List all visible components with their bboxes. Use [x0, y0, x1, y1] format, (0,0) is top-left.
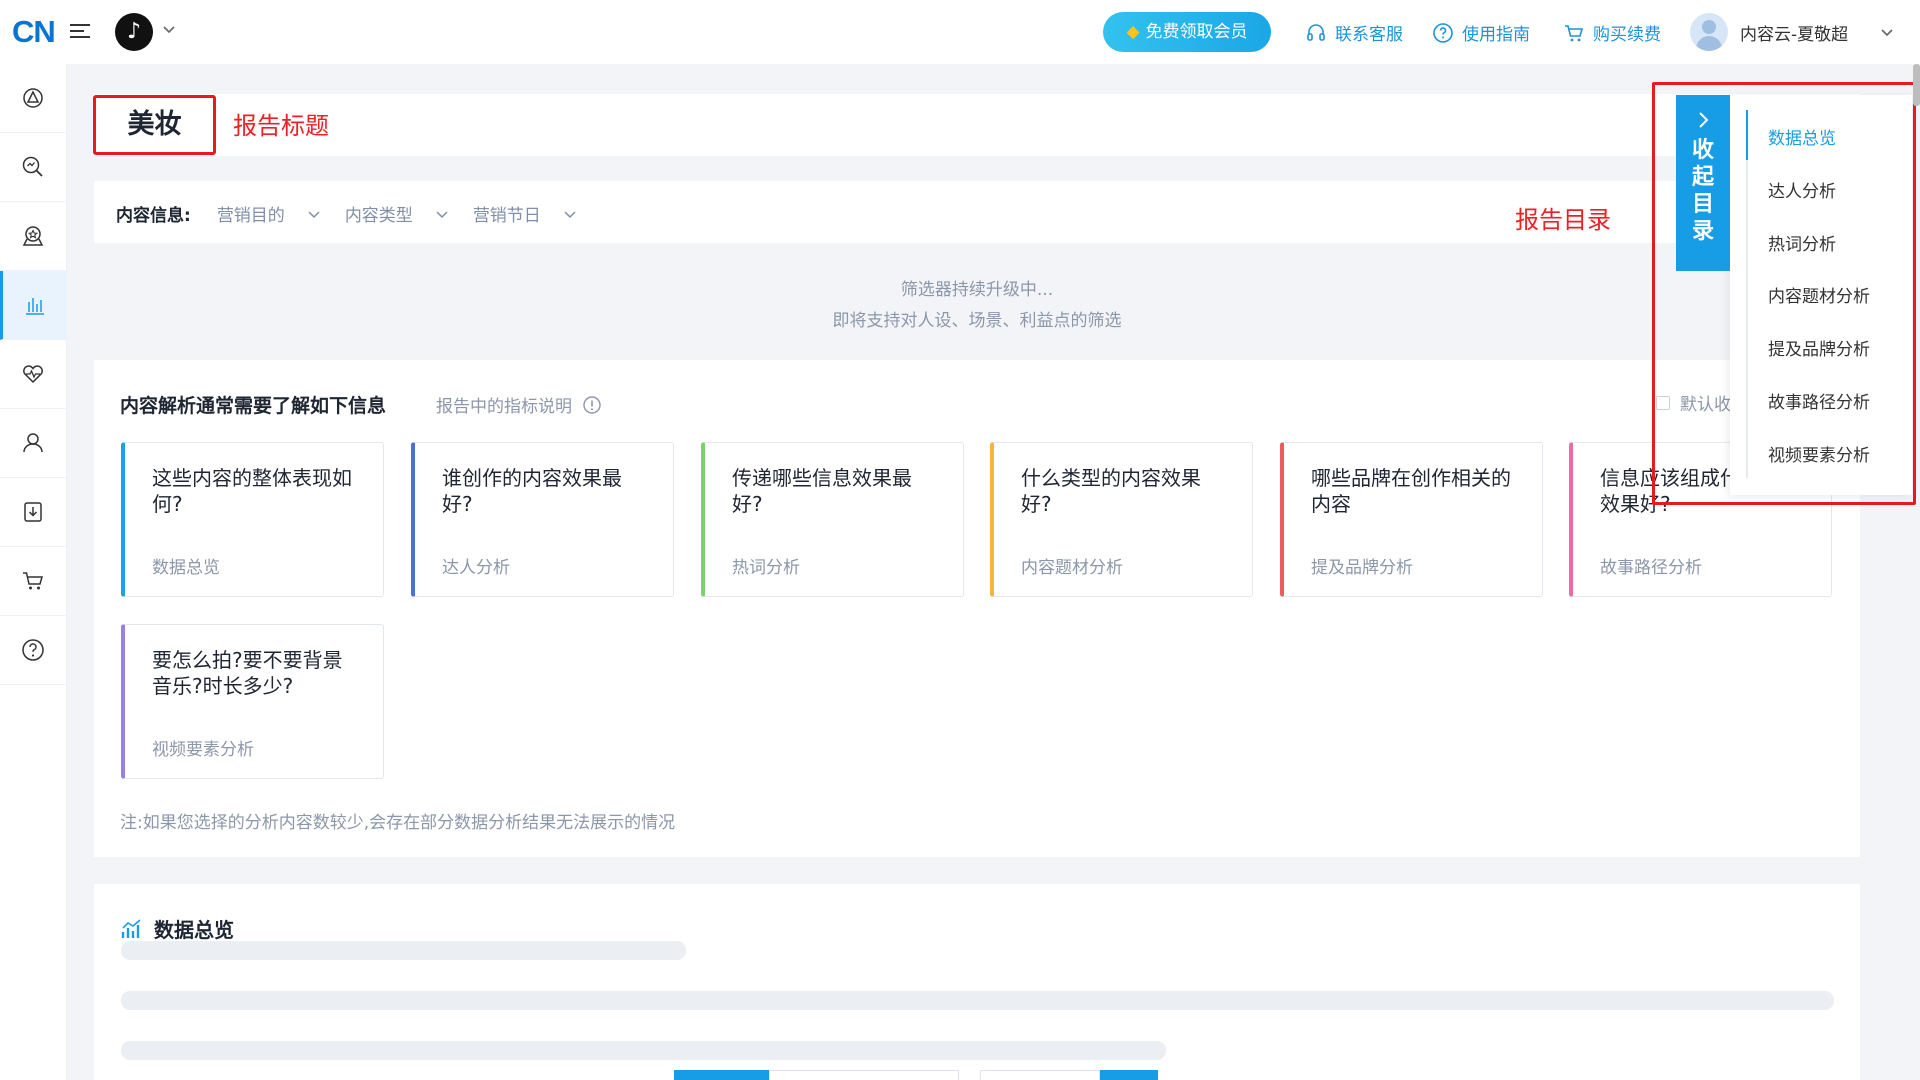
- rail-item-ranking[interactable]: [0, 202, 66, 271]
- chevron-down-icon: [564, 210, 576, 218]
- filter-label: 内容信息:: [116, 206, 191, 226]
- left-nav-rail: [0, 64, 67, 1080]
- card-question: 这些内容的整体表现如何?: [152, 466, 352, 516]
- toc-annotation: 报告目录: [1515, 206, 1611, 234]
- filter-marketing-festival[interactable]: 营销节日: [473, 201, 577, 226]
- chevron-down-icon: [1881, 29, 1893, 37]
- contact-support-label: 联系客服: [1335, 25, 1403, 45]
- search-chart-icon: [22, 156, 43, 177]
- card-link[interactable]: 视频要素分析: [152, 735, 254, 760]
- logo[interactable]: CN: [12, 14, 56, 50]
- card-question: 哪些品牌在创作相关的内容: [1311, 466, 1511, 516]
- card-question: 要怎么拍?要不要背景音乐?时长多少?: [152, 648, 343, 698]
- overview-heading: 数据总览: [120, 914, 234, 943]
- card-link[interactable]: 内容题材分析: [1021, 553, 1123, 578]
- card-question: 什么类型的内容效果好?: [1021, 466, 1201, 516]
- chevron-down-icon: [436, 210, 448, 218]
- analysis-heading: 内容解析通常需要了解如下信息: [120, 395, 387, 417]
- tiktok-icon[interactable]: ♪: [115, 13, 153, 51]
- card-question: 谁创作的内容效果最好?: [442, 466, 622, 516]
- cart-icon: [1565, 24, 1584, 41]
- report-title-panel: [94, 94, 1860, 156]
- purchase-renew-link[interactable]: 购买续费: [1563, 20, 1661, 45]
- purchase-renew-label: 购买续费: [1593, 25, 1661, 45]
- card-video[interactable]: 要怎么拍?要不要背景音乐?时长多少? 视频要素分析: [121, 624, 384, 779]
- help-circle-icon: [22, 639, 44, 661]
- card-link[interactable]: 达人分析: [442, 553, 510, 578]
- bar-chart-icon: [25, 298, 44, 315]
- trend-chart-icon: [121, 918, 141, 938]
- card-brand[interactable]: 哪些品牌在创作相关的内容 提及品牌分析: [1280, 442, 1543, 597]
- heart-pulse-icon: [23, 365, 43, 384]
- rail-item-cart[interactable]: [0, 547, 66, 616]
- rail-item-help[interactable]: [0, 616, 66, 685]
- filter-content-type[interactable]: 内容类型: [345, 201, 449, 226]
- card-link[interactable]: 热词分析: [732, 553, 800, 578]
- user-guide-link[interactable]: 使用指南: [1432, 20, 1530, 45]
- rail-item-user[interactable]: [0, 409, 66, 478]
- download-box-icon: [24, 502, 42, 522]
- chevron-down-icon: [308, 210, 320, 218]
- rail-item-search[interactable]: [0, 133, 66, 202]
- skeleton-line: [121, 941, 686, 960]
- card-creator[interactable]: 谁创作的内容效果最好? 达人分析: [411, 442, 674, 597]
- rail-item-download[interactable]: [0, 478, 66, 547]
- tab-placeholder[interactable]: [980, 1070, 1100, 1080]
- tab-active-indicator[interactable]: [674, 1070, 769, 1080]
- card-link[interactable]: 提及品牌分析: [1311, 553, 1413, 578]
- card-hotwords[interactable]: 传递哪些信息效果最好? 热词分析: [701, 442, 964, 597]
- user-icon: [23, 433, 43, 453]
- free-vip-button[interactable]: ◆ 免费领取会员: [1103, 12, 1271, 52]
- toc-annotation-box: [1652, 82, 1916, 505]
- page-scrollbar[interactable]: [1913, 64, 1920, 106]
- card-topic[interactable]: 什么类型的内容效果好? 内容题材分析: [990, 442, 1253, 597]
- rail-item-report[interactable]: [0, 271, 66, 340]
- award-icon: [22, 226, 44, 246]
- analysis-note: 注:如果您选择的分析内容数较少,会存在部分数据分析结果无法展示的情况: [120, 813, 676, 833]
- card-link[interactable]: 数据总览: [152, 553, 220, 578]
- help-circle-icon: [1433, 22, 1453, 43]
- user-name: 内容云-夏敬超: [1740, 24, 1849, 45]
- filter-marketing-purpose[interactable]: 营销目的: [217, 201, 321, 226]
- chevron-down-icon[interactable]: [160, 20, 178, 38]
- filter-note-line1: 筛选器持续升级中...: [900, 280, 1054, 300]
- card-question: 传递哪些信息效果最好?: [732, 466, 912, 516]
- filter-note-line2: 即将支持对人设、场景、利益点的筛选: [832, 311, 1122, 331]
- menu-icon[interactable]: [70, 20, 90, 40]
- skeleton-line: [121, 991, 1834, 1010]
- avatar: [1690, 13, 1728, 51]
- rail-item-health[interactable]: [0, 340, 66, 409]
- card-link[interactable]: 故事路径分析: [1600, 553, 1702, 578]
- rail-item-home[interactable]: [0, 64, 66, 133]
- contact-support-link[interactable]: 联系客服: [1305, 20, 1403, 45]
- tab-active-indicator[interactable]: [1100, 1070, 1158, 1080]
- headset-icon: [1307, 23, 1325, 41]
- info-icon: [583, 395, 601, 414]
- diamond-icon: ◆: [1126, 22, 1140, 42]
- user-guide-label: 使用指南: [1462, 25, 1530, 45]
- title-annotation: 报告标题: [233, 112, 329, 140]
- user-menu[interactable]: 内容云-夏敬超: [1690, 13, 1896, 51]
- skeleton-line: [121, 1041, 1166, 1060]
- triangle-nodes-icon: [23, 88, 43, 108]
- report-title: 美妆: [93, 95, 216, 155]
- card-overview[interactable]: 这些内容的整体表现如何? 数据总览: [121, 442, 384, 597]
- tab-placeholder[interactable]: [769, 1070, 959, 1080]
- top-bar: CN ♪ ◆ 免费领取会员 联系客服 使用指南 购买续费 内容云-夏敬超: [0, 0, 1920, 64]
- cart-icon: [23, 572, 43, 590]
- metric-explanation-link[interactable]: 报告中的指标说明: [436, 392, 602, 417]
- analysis-panel: [94, 360, 1860, 857]
- content-filters: 内容信息: 营销目的 内容类型 营销节日: [116, 201, 601, 226]
